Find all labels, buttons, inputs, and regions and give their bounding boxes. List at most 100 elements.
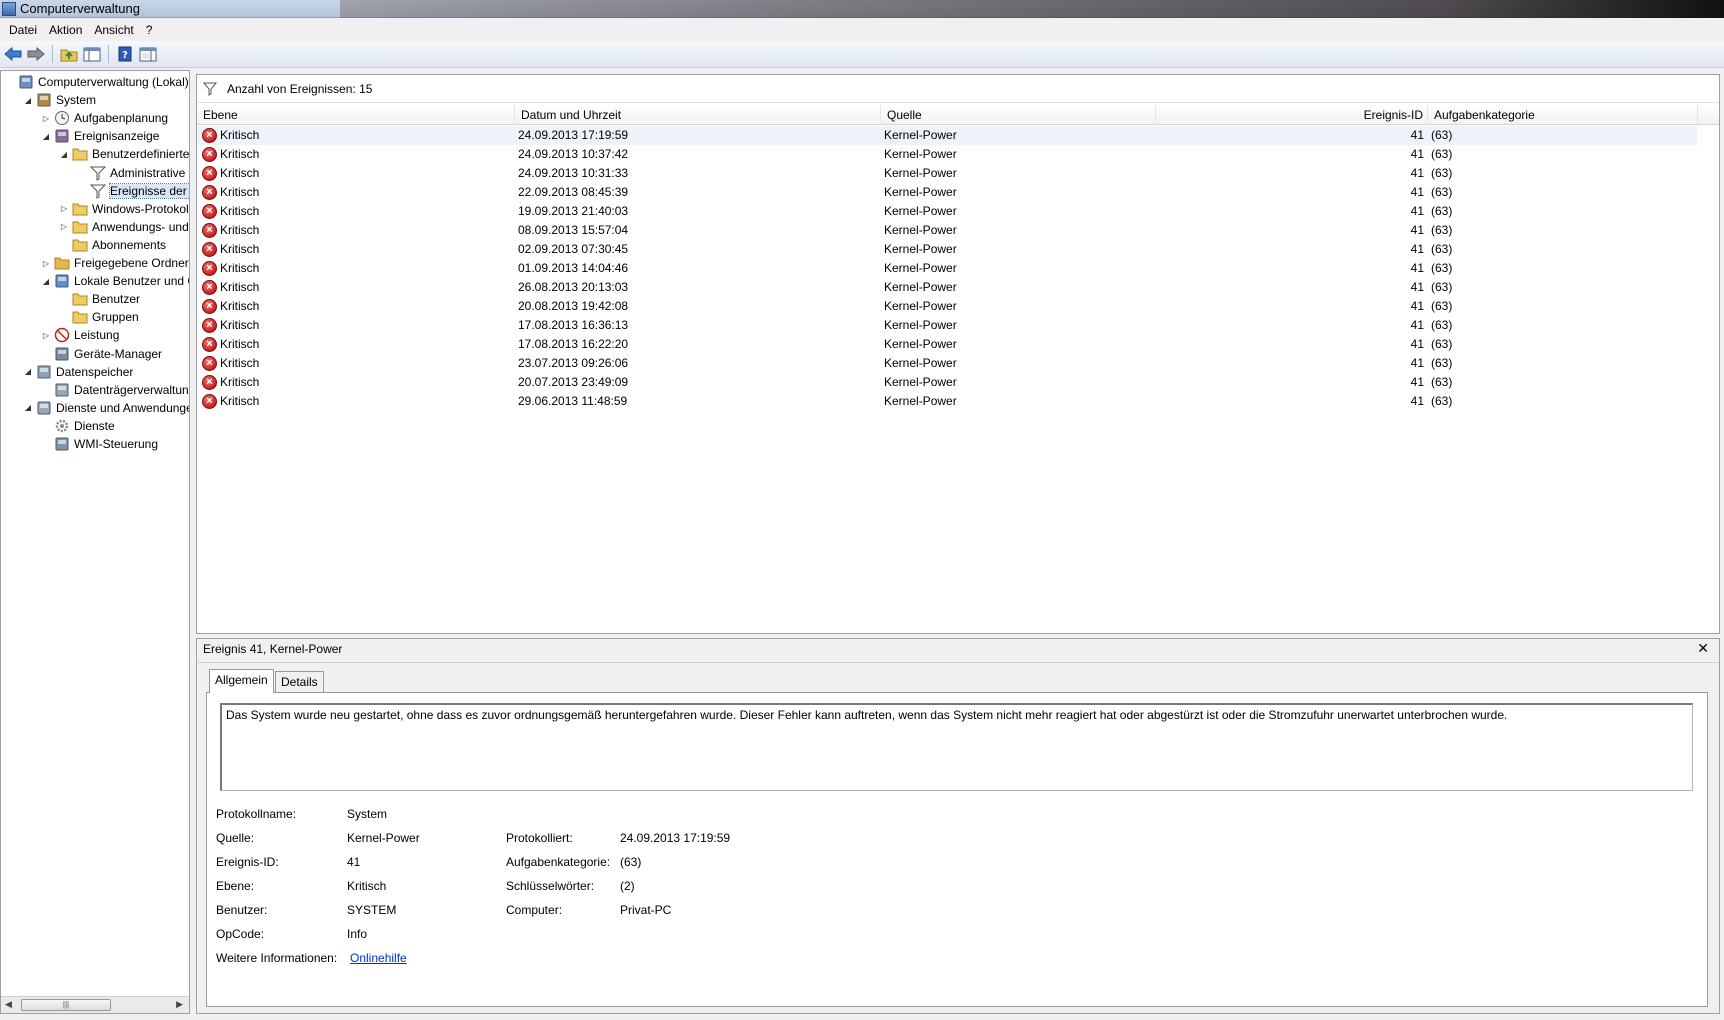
table-row[interactable]: × Kritisch 08.09.2013 15:57:04 Kernel-Power…	[197, 221, 1697, 240]
column-header-quelle[interactable]: Quelle	[881, 105, 1156, 125]
tree-node-label: Gruppen	[92, 310, 139, 325]
cell-source: Kernel-Power	[884, 318, 957, 332]
help-button[interactable]: ?	[115, 44, 135, 64]
tree-node[interactable]: ◢ Benutzerdefinierte A	[59, 145, 189, 163]
tree-node[interactable]: ◢ Datenspeicher	[23, 363, 133, 381]
device-manager-icon	[54, 346, 70, 362]
tree-node[interactable]: ◢ Ereignisanzeige	[41, 127, 159, 145]
table-row[interactable]: × Kritisch 17.08.2013 16:22:20 Kernel-Power…	[197, 335, 1697, 354]
expand-icon[interactable]: ▷	[41, 258, 51, 268]
tree-node-label: Freigegebene Ordner	[74, 256, 189, 270]
scroll-right-icon[interactable]: ▶	[176, 999, 183, 1010]
tree-node[interactable]: WMI-Steuerung	[41, 435, 158, 453]
menu-ansicht[interactable]: Ansicht	[88, 23, 139, 37]
tree-node[interactable]: Gruppen	[59, 308, 139, 326]
cell-source: Kernel-Power	[884, 375, 957, 389]
value-opcode: Info	[347, 927, 368, 941]
collapse-icon[interactable]: ◢	[59, 149, 69, 159]
cell-datetime: 01.09.2013 14:04:46	[518, 261, 629, 275]
tree-node[interactable]: ▷ Anwendungs- und D	[59, 218, 189, 236]
tree-node-label: Computerverwaltung (Lokal)	[38, 75, 189, 89]
event-description[interactable]: Das System wurde neu gestartet, ohne das…	[220, 703, 1693, 791]
expand-icon[interactable]: ▷	[59, 204, 69, 214]
show-action-pane-button[interactable]	[138, 44, 158, 64]
critical-error-icon: ×	[202, 147, 217, 162]
cell-datetime: 02.09.2013 07:30:45	[518, 242, 629, 256]
table-row[interactable]: × Kritisch 22.09.2013 08:45:39 Kernel-Power…	[197, 183, 1697, 202]
tree-node-label: Aufgabenplanung	[74, 111, 169, 126]
tree-node[interactable]: ◢ System	[23, 91, 96, 109]
online-help-link[interactable]: Onlinehilfe	[350, 951, 407, 965]
collapse-icon[interactable]: ◢	[23, 403, 33, 413]
tree-node[interactable]: Ereignisse der Zu	[77, 182, 189, 200]
table-row[interactable]: × Kritisch 02.09.2013 07:30:45 Kernel-Power…	[197, 240, 1697, 259]
tree-node[interactable]: ◢ Dienste und Anwendungen	[23, 399, 189, 417]
tree-node[interactable]: Administrative E	[77, 164, 189, 182]
tree-node[interactable]: ▷ Windows-Protokolle	[59, 200, 189, 218]
collapse-icon[interactable]: ◢	[23, 367, 33, 377]
column-headers: Ebene Datum und Uhrzeit Quelle Ereignis-…	[197, 105, 1719, 125]
tree-node[interactable]: ▷ Freigegebene Ordner	[41, 254, 189, 272]
column-header-ebene[interactable]: Ebene	[197, 105, 515, 125]
back-button[interactable]	[3, 44, 23, 64]
tree-node[interactable]: Datenträgerverwaltung	[41, 381, 189, 399]
menu-aktion[interactable]: Aktion	[43, 23, 88, 37]
table-row[interactable]: × Kritisch 24.09.2013 10:37:42 Kernel-Power…	[197, 145, 1697, 164]
table-row[interactable]: × Kritisch 24.09.2013 10:31:33 Kernel-Power…	[197, 164, 1697, 183]
table-row[interactable]: × Kritisch 17.08.2013 16:36:13 Kernel-Power…	[197, 316, 1697, 335]
label-level: Ebene:	[216, 879, 255, 893]
tab-allgemein[interactable]: Allgemein	[209, 669, 274, 693]
tree-node[interactable]: Geräte-Manager	[41, 345, 162, 363]
column-header-ereignis-id[interactable]: Ereignis-ID	[1156, 105, 1428, 125]
tree-node[interactable]: Dienste	[41, 417, 115, 435]
tree-node[interactable]: ▷ Leistung	[41, 326, 119, 344]
tab-details[interactable]: Details	[275, 671, 324, 692]
collapse-icon[interactable]: ◢	[41, 276, 51, 286]
tree-node[interactable]: ▷ Aufgabenplanung	[41, 109, 168, 127]
table-row[interactable]: × Kritisch 23.07.2013 09:26:06 Kernel-Power…	[197, 354, 1697, 373]
expand-icon[interactable]: ▷	[41, 330, 51, 340]
table-row[interactable]: × Kritisch 19.09.2013 21:40:03 Kernel-Power…	[197, 202, 1697, 221]
scroll-left-icon[interactable]: ◀	[5, 999, 12, 1010]
tree-node[interactable]: Abonnements	[59, 236, 166, 254]
forward-button[interactable]	[26, 44, 46, 64]
expand-icon[interactable]: ▷	[59, 222, 69, 232]
table-row[interactable]: × Kritisch 20.07.2013 23:49:09 Kernel-Power…	[197, 373, 1697, 392]
cell-category: (63)	[1431, 280, 1453, 294]
collapse-icon[interactable]: ◢	[41, 131, 51, 141]
detail-title: Ereignis 41, Kernel-Power	[203, 642, 343, 656]
tree-horizontal-scrollbar[interactable]: ◀ ||| ▶	[1, 996, 189, 1013]
console-tree[interactable]: Computerverwaltung (Lokal) ◢ System ▷ Aufgab…	[0, 70, 190, 1014]
cell-event-id: 41	[1410, 204, 1424, 218]
tree-node[interactable]: Benutzer	[59, 290, 140, 308]
show-hide-tree-button[interactable]	[82, 44, 102, 64]
tree-node-label: Ereignisse der Zu	[108, 182, 189, 199]
close-detail-button[interactable]: ✕	[1697, 640, 1709, 657]
tree-node-label: System	[56, 93, 97, 108]
menu-datei[interactable]: Datei	[3, 23, 43, 37]
cell-datetime: 22.09.2013 08:45:39	[518, 185, 629, 199]
tree-node-label: WMI-Steuerung	[74, 437, 159, 451]
filter-icon	[203, 82, 217, 96]
value-event-id: 41	[347, 855, 361, 869]
menu-help[interactable]: ?	[140, 23, 159, 37]
column-header-aufgabenkategorie[interactable]: Aufgabenkategorie	[1428, 105, 1698, 125]
expand-icon[interactable]: ▷	[41, 113, 51, 123]
performance-icon	[54, 327, 70, 343]
forward-arrow-icon	[27, 46, 45, 62]
column-header-datum[interactable]: Datum und Uhrzeit	[515, 105, 881, 125]
table-row[interactable]: × Kritisch 20.08.2013 19:42:08 Kernel-Power…	[197, 297, 1697, 316]
table-row[interactable]: × Kritisch 24.09.2013 17:19:59 Kernel-Power…	[197, 126, 1697, 145]
tree-node[interactable]: ◢ Lokale Benutzer und Gr	[41, 272, 189, 290]
table-row[interactable]: × Kritisch 29.06.2013 11:48:59 Kernel-Power…	[197, 392, 1697, 411]
scrollbar-thumb[interactable]: |||	[21, 999, 111, 1011]
collapse-icon[interactable]: ◢	[23, 95, 33, 105]
table-row[interactable]: × Kritisch 01.09.2013 14:04:46 Kernel-Power…	[197, 259, 1697, 278]
cell-event-id: 41	[1410, 223, 1424, 237]
up-folder-button[interactable]	[59, 44, 79, 64]
table-row[interactable]: × Kritisch 26.08.2013 20:13:03 Kernel-Power…	[197, 278, 1697, 297]
tree-node[interactable]: Computerverwaltung (Lokal)	[5, 73, 189, 91]
